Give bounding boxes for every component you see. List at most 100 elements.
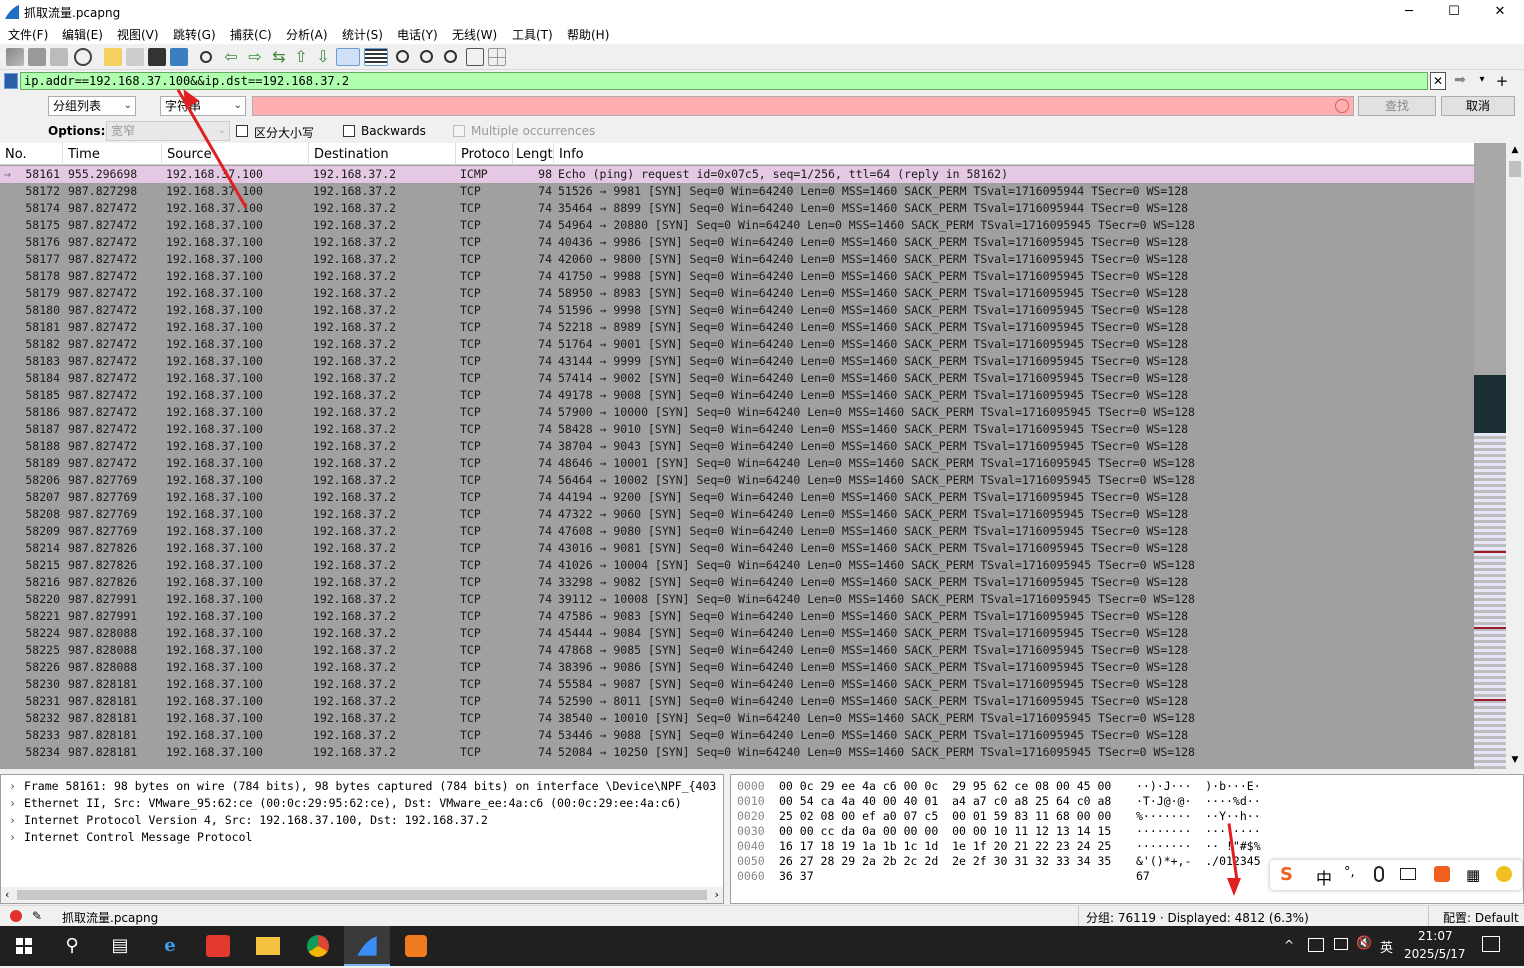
table-row[interactable]: 58233 987.828181 192.168.37.100 192.168.37.… xyxy=(0,727,1474,744)
menu-help[interactable]: 帮助(H) xyxy=(567,26,609,43)
reload-file-icon[interactable] xyxy=(170,48,188,66)
colorize-icon[interactable] xyxy=(364,48,388,66)
ie-browser-icon[interactable]: e xyxy=(150,930,190,962)
table-row[interactable]: 58231 987.828181 192.168.37.100 192.168.37.… xyxy=(0,693,1474,710)
bytes-ascii[interactable]: ········ ········ xyxy=(1136,824,1261,838)
notification-icon[interactable] xyxy=(1482,936,1500,952)
detail-ethernet[interactable]: › Ethernet II, Src: VMware_95:62:ce (00:0… xyxy=(9,796,682,810)
table-row[interactable]: 58181 987.827472 192.168.37.100 192.168.37.… xyxy=(0,319,1474,336)
column-divider[interactable] xyxy=(512,143,513,165)
clock-time[interactable]: 21:07 xyxy=(1418,929,1453,943)
detail-frame[interactable]: › Frame 58161: 98 bytes on wire (784 bits… xyxy=(9,779,716,793)
scroll-right-icon[interactable]: › xyxy=(715,888,719,901)
start-capture-icon[interactable] xyxy=(6,48,24,66)
find-input[interactable] xyxy=(252,96,1354,116)
wps-office-icon[interactable] xyxy=(198,930,238,962)
details-hscrollbar[interactable]: ‹ › xyxy=(1,887,723,903)
column-divider[interactable] xyxy=(161,143,162,165)
table-row[interactable]: 58216 987.827826 192.168.37.100 192.168.37.… xyxy=(0,574,1474,591)
bytes-hex[interactable]: 00 0c 29 ee 4a c6 00 0c 29 95 62 ce 08 0… xyxy=(779,779,1111,793)
bytes-hex[interactable]: 00 54 ca 4a 40 00 40 01 a4 a7 c0 a8 25 6… xyxy=(779,794,1111,808)
table-row[interactable]: 58176 987.827472 192.168.37.100 192.168.37.… xyxy=(0,234,1474,251)
scrollbar-thumb[interactable] xyxy=(17,890,707,900)
column-divider[interactable] xyxy=(455,143,456,165)
table-row[interactable]: 58188 987.827472 192.168.37.100 192.168.37.… xyxy=(0,438,1474,455)
search-icon[interactable]: ⚲ xyxy=(52,930,92,962)
scroll-up-icon[interactable]: ▲ xyxy=(1509,145,1521,157)
bytes-hex[interactable]: 26 27 28 29 2a 2b 2c 2d 2e 2f 30 31 32 3… xyxy=(779,854,1111,868)
column-source[interactable]: Source xyxy=(167,147,212,162)
bytes-offset[interactable]: 0050 xyxy=(737,854,765,868)
file-explorer-icon[interactable] xyxy=(248,930,288,962)
bytes-offset[interactable]: 0040 xyxy=(737,839,765,853)
minimize-button[interactable]: ─ xyxy=(1386,0,1432,24)
input-language[interactable]: 英 xyxy=(1380,937,1393,956)
detail-icmp[interactable]: › Internet Control Message Protocol xyxy=(9,830,252,844)
zoom-in-icon[interactable] xyxy=(396,50,409,63)
stop-capture-icon[interactable] xyxy=(28,48,46,66)
wireshark-taskbar-icon[interactable] xyxy=(344,926,390,966)
menu-go[interactable]: 跳转(G) xyxy=(173,26,216,43)
go-forward-icon[interactable]: ⇨ xyxy=(246,48,264,66)
monitor-icon[interactable] xyxy=(1334,938,1348,950)
table-row[interactable]: 58206 987.827769 192.168.37.100 192.168.37.… xyxy=(0,472,1474,489)
network-icon[interactable] xyxy=(1308,938,1324,952)
find-packet-icon[interactable] xyxy=(200,51,212,63)
sogou-taskbar-icon[interactable] xyxy=(396,930,436,962)
table-row[interactable]: 58232 987.828181 192.168.37.100 192.168.37.… xyxy=(0,710,1474,727)
bytes-offset[interactable]: 0060 xyxy=(737,869,765,883)
table-row[interactable]: 58224 987.828088 192.168.37.100 192.168.37.… xyxy=(0,625,1474,642)
bytes-ascii[interactable]: ·T·J@·@· ····%d·· xyxy=(1136,794,1261,808)
chevron-right-icon[interactable]: › xyxy=(9,830,16,844)
table-row[interactable]: 58182 987.827472 192.168.37.100 192.168.37.… xyxy=(0,336,1474,353)
status-profile[interactable]: 配置: Default xyxy=(1443,909,1519,926)
case-sensitive-checkbox[interactable] xyxy=(236,125,248,137)
detail-ip[interactable]: › Internet Protocol Version 4, Src: 192.1… xyxy=(9,813,488,827)
clock-date[interactable]: 2025/5/17 xyxy=(1404,947,1466,961)
table-row[interactable]: 58174 987.827472 192.168.37.100 192.168.37.… xyxy=(0,200,1474,217)
search-in-select[interactable]: 分组列表 ⌄ xyxy=(48,96,136,116)
volume-icon[interactable]: 🔇 xyxy=(1356,936,1372,951)
last-packet-icon[interactable]: ⇩ xyxy=(314,48,332,66)
column-divider[interactable] xyxy=(62,143,63,165)
bytes-hex[interactable]: 00 00 cc da 0a 00 00 00 00 00 10 11 12 1… xyxy=(779,824,1111,838)
normal-size-icon[interactable] xyxy=(444,50,457,63)
scroll-down-icon[interactable]: ▼ xyxy=(1509,755,1521,767)
bytes-ascii[interactable]: ········ ·· !"#$% xyxy=(1136,839,1261,853)
scroll-left-icon[interactable]: ‹ xyxy=(5,888,9,901)
chrome-icon[interactable] xyxy=(298,930,338,962)
maximize-button[interactable]: ☐ xyxy=(1431,0,1477,24)
apply-filter-icon[interactable]: ➡ xyxy=(1448,72,1472,90)
table-row[interactable]: 58175 987.827472 192.168.37.100 192.168.37.… xyxy=(0,217,1474,234)
bytes-ascii[interactable]: %······· ··Y··h·· xyxy=(1136,809,1261,823)
column-no[interactable]: No. xyxy=(5,147,27,162)
table-row[interactable]: 58187 987.827472 192.168.37.100 192.168.37.… xyxy=(0,421,1474,438)
clear-filter-icon[interactable]: ✕ xyxy=(1430,72,1446,90)
save-file-icon[interactable] xyxy=(126,48,144,66)
column-protocol[interactable]: Protoco xyxy=(461,147,510,162)
table-row[interactable]: 58178 987.827472 192.168.37.100 192.168.37.… xyxy=(0,268,1474,285)
restart-capture-icon[interactable] xyxy=(50,48,68,66)
close-file-icon[interactable] xyxy=(148,48,166,66)
display-filter-input[interactable]: ip.addr==192.168.37.100&&ip.dst==192.168… xyxy=(20,72,1428,90)
microphone-icon[interactable] xyxy=(1374,866,1384,882)
table-row[interactable]: 58207 987.827769 192.168.37.100 192.168.37.… xyxy=(0,489,1474,506)
table-row[interactable]: 58221 987.827991 192.168.37.100 192.168.37.… xyxy=(0,608,1474,625)
packet-minimap[interactable] xyxy=(1474,143,1506,769)
table-row[interactable]: 58220 987.827991 192.168.37.100 192.168.37.… xyxy=(0,591,1474,608)
table-row[interactable]: 58172 987.827298 192.168.37.100 192.168.37.… xyxy=(0,183,1474,200)
column-length[interactable]: Lengt xyxy=(516,147,553,162)
bytes-hex[interactable]: 16 17 18 19 1a 1b 1c 1d 1e 1f 20 21 22 2… xyxy=(779,839,1111,853)
menu-edit[interactable]: 编辑(E) xyxy=(62,26,103,43)
table-row[interactable]: 58209 987.827769 192.168.37.100 192.168.37.… xyxy=(0,523,1474,540)
start-windows-icon[interactable] xyxy=(4,930,44,962)
bookmark-icon[interactable] xyxy=(4,73,18,89)
table-row[interactable]: 58183 987.827472 192.168.37.100 192.168.37.… xyxy=(0,353,1474,370)
character-width-select[interactable]: 宽窄 ⌄ xyxy=(106,121,230,141)
filter-history-icon[interactable]: ▾ xyxy=(1474,72,1490,90)
menu-tools[interactable]: 工具(T) xyxy=(512,26,553,43)
bytes-hex[interactable]: 25 02 08 00 ef a0 07 c5 00 01 59 83 11 6… xyxy=(779,809,1111,823)
task-view-icon[interactable]: ▤ xyxy=(100,930,140,962)
table-row[interactable]: 58179 987.827472 192.168.37.100 192.168.37.… xyxy=(0,285,1474,302)
find-button[interactable]: 查找 xyxy=(1358,96,1436,116)
